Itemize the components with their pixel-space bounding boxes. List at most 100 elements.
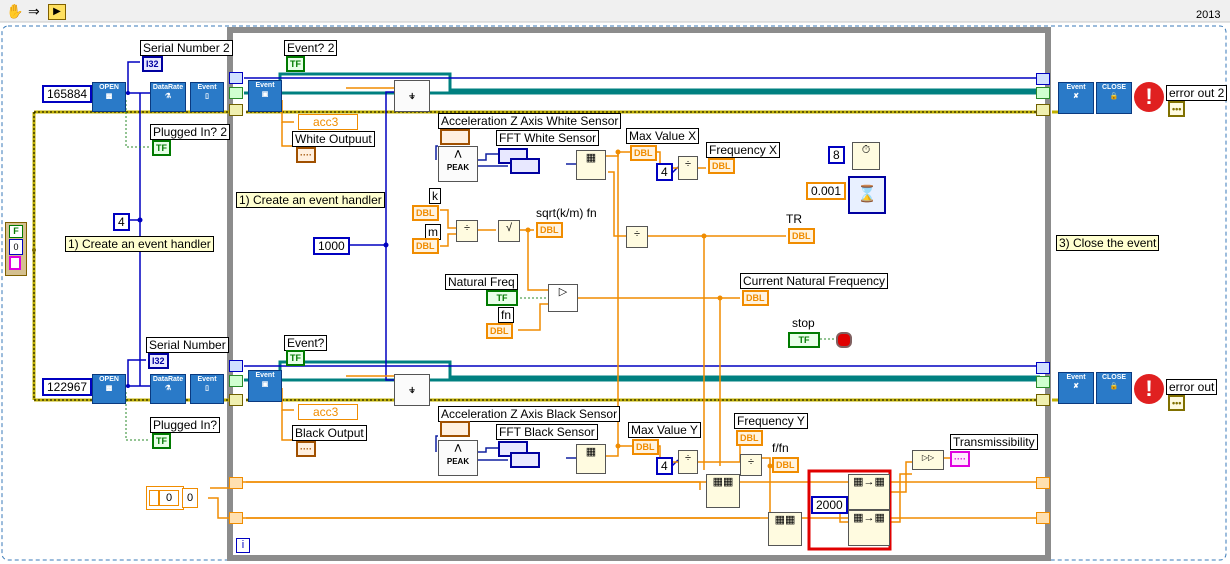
sqrt-km-indicator[interactable]: DBL [536, 222, 563, 238]
serial-number-a-constant[interactable]: 165884 [42, 85, 93, 103]
hand-icon[interactable]: ✋ [6, 4, 23, 18]
white-output-indicator[interactable]: ···· [296, 147, 316, 163]
array-size-constant[interactable]: 2000 [811, 496, 848, 514]
tr-indicator[interactable]: DBL [788, 228, 815, 244]
build-xy-node[interactable]: ▷▷ [912, 450, 944, 470]
accel-black-graph[interactable] [440, 421, 470, 437]
event-register-vi-2[interactable]: Event ▯ [190, 374, 224, 404]
open-device-vi[interactable]: OPEN ▩ [92, 82, 126, 112]
black-output-label: Black Output [292, 425, 367, 441]
read-event-vi-2[interactable]: Event ▣ [248, 370, 282, 402]
divisor-x-constant[interactable]: 4 [656, 163, 673, 181]
divide-y-node[interactable]: ÷ [678, 450, 698, 474]
k-control[interactable]: DBL [412, 205, 439, 221]
spectral-peak-vi-2[interactable]: ⋀ PEAK [438, 440, 478, 476]
divide-km-node[interactable]: ÷ [456, 220, 478, 242]
fft-white-convert[interactable] [510, 158, 540, 174]
open-device-vi-2[interactable]: OPEN ▩ [92, 374, 126, 404]
reshape-array-2[interactable]: ▦→▦ [848, 510, 890, 546]
plugged-in-indicator[interactable]: TF [152, 433, 171, 449]
black-output-indicator[interactable]: ···· [296, 441, 316, 457]
event-2-label: Event? 2 [284, 40, 338, 56]
tunnel-refnum-b [229, 375, 243, 387]
current-natural-frequency-label: Current Natural Frequency [740, 273, 889, 289]
wait-icon[interactable]: ⌛ [848, 176, 886, 214]
current-natural-frequency-indicator[interactable]: DBL [742, 290, 769, 306]
event-2-indicator[interactable]: TF [286, 56, 305, 72]
acc3-bottom-unbundle[interactable]: acc3 [298, 404, 358, 420]
f-fn-indicator[interactable]: DBL [772, 457, 799, 473]
error-out-2-indicator[interactable]: ••• [1168, 101, 1186, 117]
event-register-vi[interactable]: Event ▯ [190, 82, 224, 112]
unregister-event-vi-2[interactable]: Event ✘ [1058, 372, 1094, 404]
error-out-indicator[interactable]: ••• [1168, 395, 1186, 411]
data-rate-constant[interactable]: 4 [113, 213, 130, 231]
timing-icon[interactable]: ⏱ [852, 142, 880, 170]
read-event-label-2: Event [255, 372, 275, 379]
datarate-vi-2[interactable]: DataRate ⚗ [150, 374, 186, 404]
accel-white-graph[interactable] [440, 129, 470, 145]
block-diagram[interactable]: ✋ ⇒ ▶ 2013 165884 122967 4 F 0 1) Create… [0, 0, 1230, 564]
natural-freq-control[interactable]: TF [486, 290, 518, 306]
build-array-2[interactable]: ▦▦ [768, 512, 802, 546]
fft-black-convert[interactable] [510, 452, 540, 468]
tunnel-right-refnum-a [1036, 87, 1050, 99]
tunnel-right-array-b [1036, 512, 1050, 524]
serial-number-b-constant[interactable]: 122967 [42, 378, 93, 396]
event-vi-label: Event [197, 84, 217, 91]
samples-constant[interactable]: 1000 [313, 237, 350, 255]
frequency-x-indicator[interactable]: DBL [708, 158, 735, 174]
array-constant[interactable]: 0 [146, 486, 184, 510]
max-min-array[interactable]: ▦ [576, 150, 606, 180]
m-control[interactable]: DBL [412, 238, 439, 254]
filter-express-vi[interactable]: ⍖ [394, 80, 430, 112]
stop-condition-icon[interactable] [836, 332, 852, 348]
frequency-y-indicator[interactable]: DBL [736, 430, 763, 446]
error-handler-icon-2[interactable]: ! [1134, 374, 1164, 404]
build-array-1[interactable]: ▦▦ [706, 474, 740, 508]
filter-express-vi-2[interactable]: ⍖ [394, 374, 430, 406]
datarate-vi[interactable]: DataRate ⚗ [150, 82, 186, 112]
spectral-peak-vi[interactable]: ⋀ PEAK [438, 146, 478, 182]
plugged-in-2-label: Plugged In? 2 [150, 124, 231, 140]
reshape-array-1[interactable]: ▦→▦ [848, 474, 890, 510]
frequency-x-label: Frequency X [706, 142, 781, 158]
max-value-y-label: Max Value Y [628, 422, 701, 438]
error-handler-icon[interactable]: ! [1134, 82, 1164, 112]
timing-constant[interactable]: 8 [828, 146, 845, 164]
divide-tr-node[interactable]: ÷ [626, 226, 648, 248]
divide-ffn-node[interactable]: ÷ [740, 454, 762, 476]
arrow-icon[interactable]: ⇒ [28, 4, 40, 18]
code-numeric[interactable]: 0 [9, 239, 23, 255]
tunnel-right-refnum-b [1036, 376, 1050, 388]
fn-control[interactable]: DBL [486, 323, 513, 339]
array-element[interactable]: 0 [182, 488, 198, 508]
divide-x-node[interactable]: ÷ [678, 156, 698, 180]
error-in-cluster[interactable]: F 0 [5, 222, 27, 276]
sqrt-node[interactable]: √ [498, 220, 520, 242]
close-device-vi[interactable]: CLOSE 🔒 [1096, 82, 1132, 114]
status-boolean[interactable]: F [9, 225, 23, 238]
unregister-event-vi[interactable]: Event ✘ [1058, 82, 1094, 114]
source-string[interactable] [9, 256, 21, 270]
acc3-top-unbundle[interactable]: acc3 [298, 114, 358, 130]
error-out-label: error out [1166, 379, 1218, 395]
max-value-y-indicator[interactable]: DBL [632, 439, 659, 455]
plugged-in-2-indicator[interactable]: TF [152, 140, 171, 156]
select-node[interactable]: ▷ [548, 284, 578, 312]
event-indicator[interactable]: TF [286, 350, 305, 366]
serial-number-indicator[interactable]: I32 [148, 353, 169, 369]
highlight-icon[interactable]: ▶ [48, 4, 66, 20]
max-value-x-indicator[interactable]: DBL [630, 145, 657, 161]
wait-constant[interactable]: 0.001 [806, 182, 847, 200]
max-min-array-2[interactable]: ▦ [576, 444, 606, 474]
transmissibility-indicator[interactable]: ···· [950, 451, 970, 467]
serial-number-2-indicator[interactable]: I32 [142, 56, 163, 72]
tunnel-right-serial-a [1036, 73, 1050, 85]
read-event-vi[interactable]: Event ▣ [248, 80, 282, 112]
divisor-y-constant[interactable]: 4 [656, 457, 673, 475]
close-device-vi-2[interactable]: CLOSE 🔒 [1096, 372, 1132, 404]
stop-control[interactable]: TF [788, 332, 820, 348]
array-index-value[interactable]: 0 [159, 490, 179, 506]
serial-number-2-label: Serial Number 2 [140, 40, 233, 56]
